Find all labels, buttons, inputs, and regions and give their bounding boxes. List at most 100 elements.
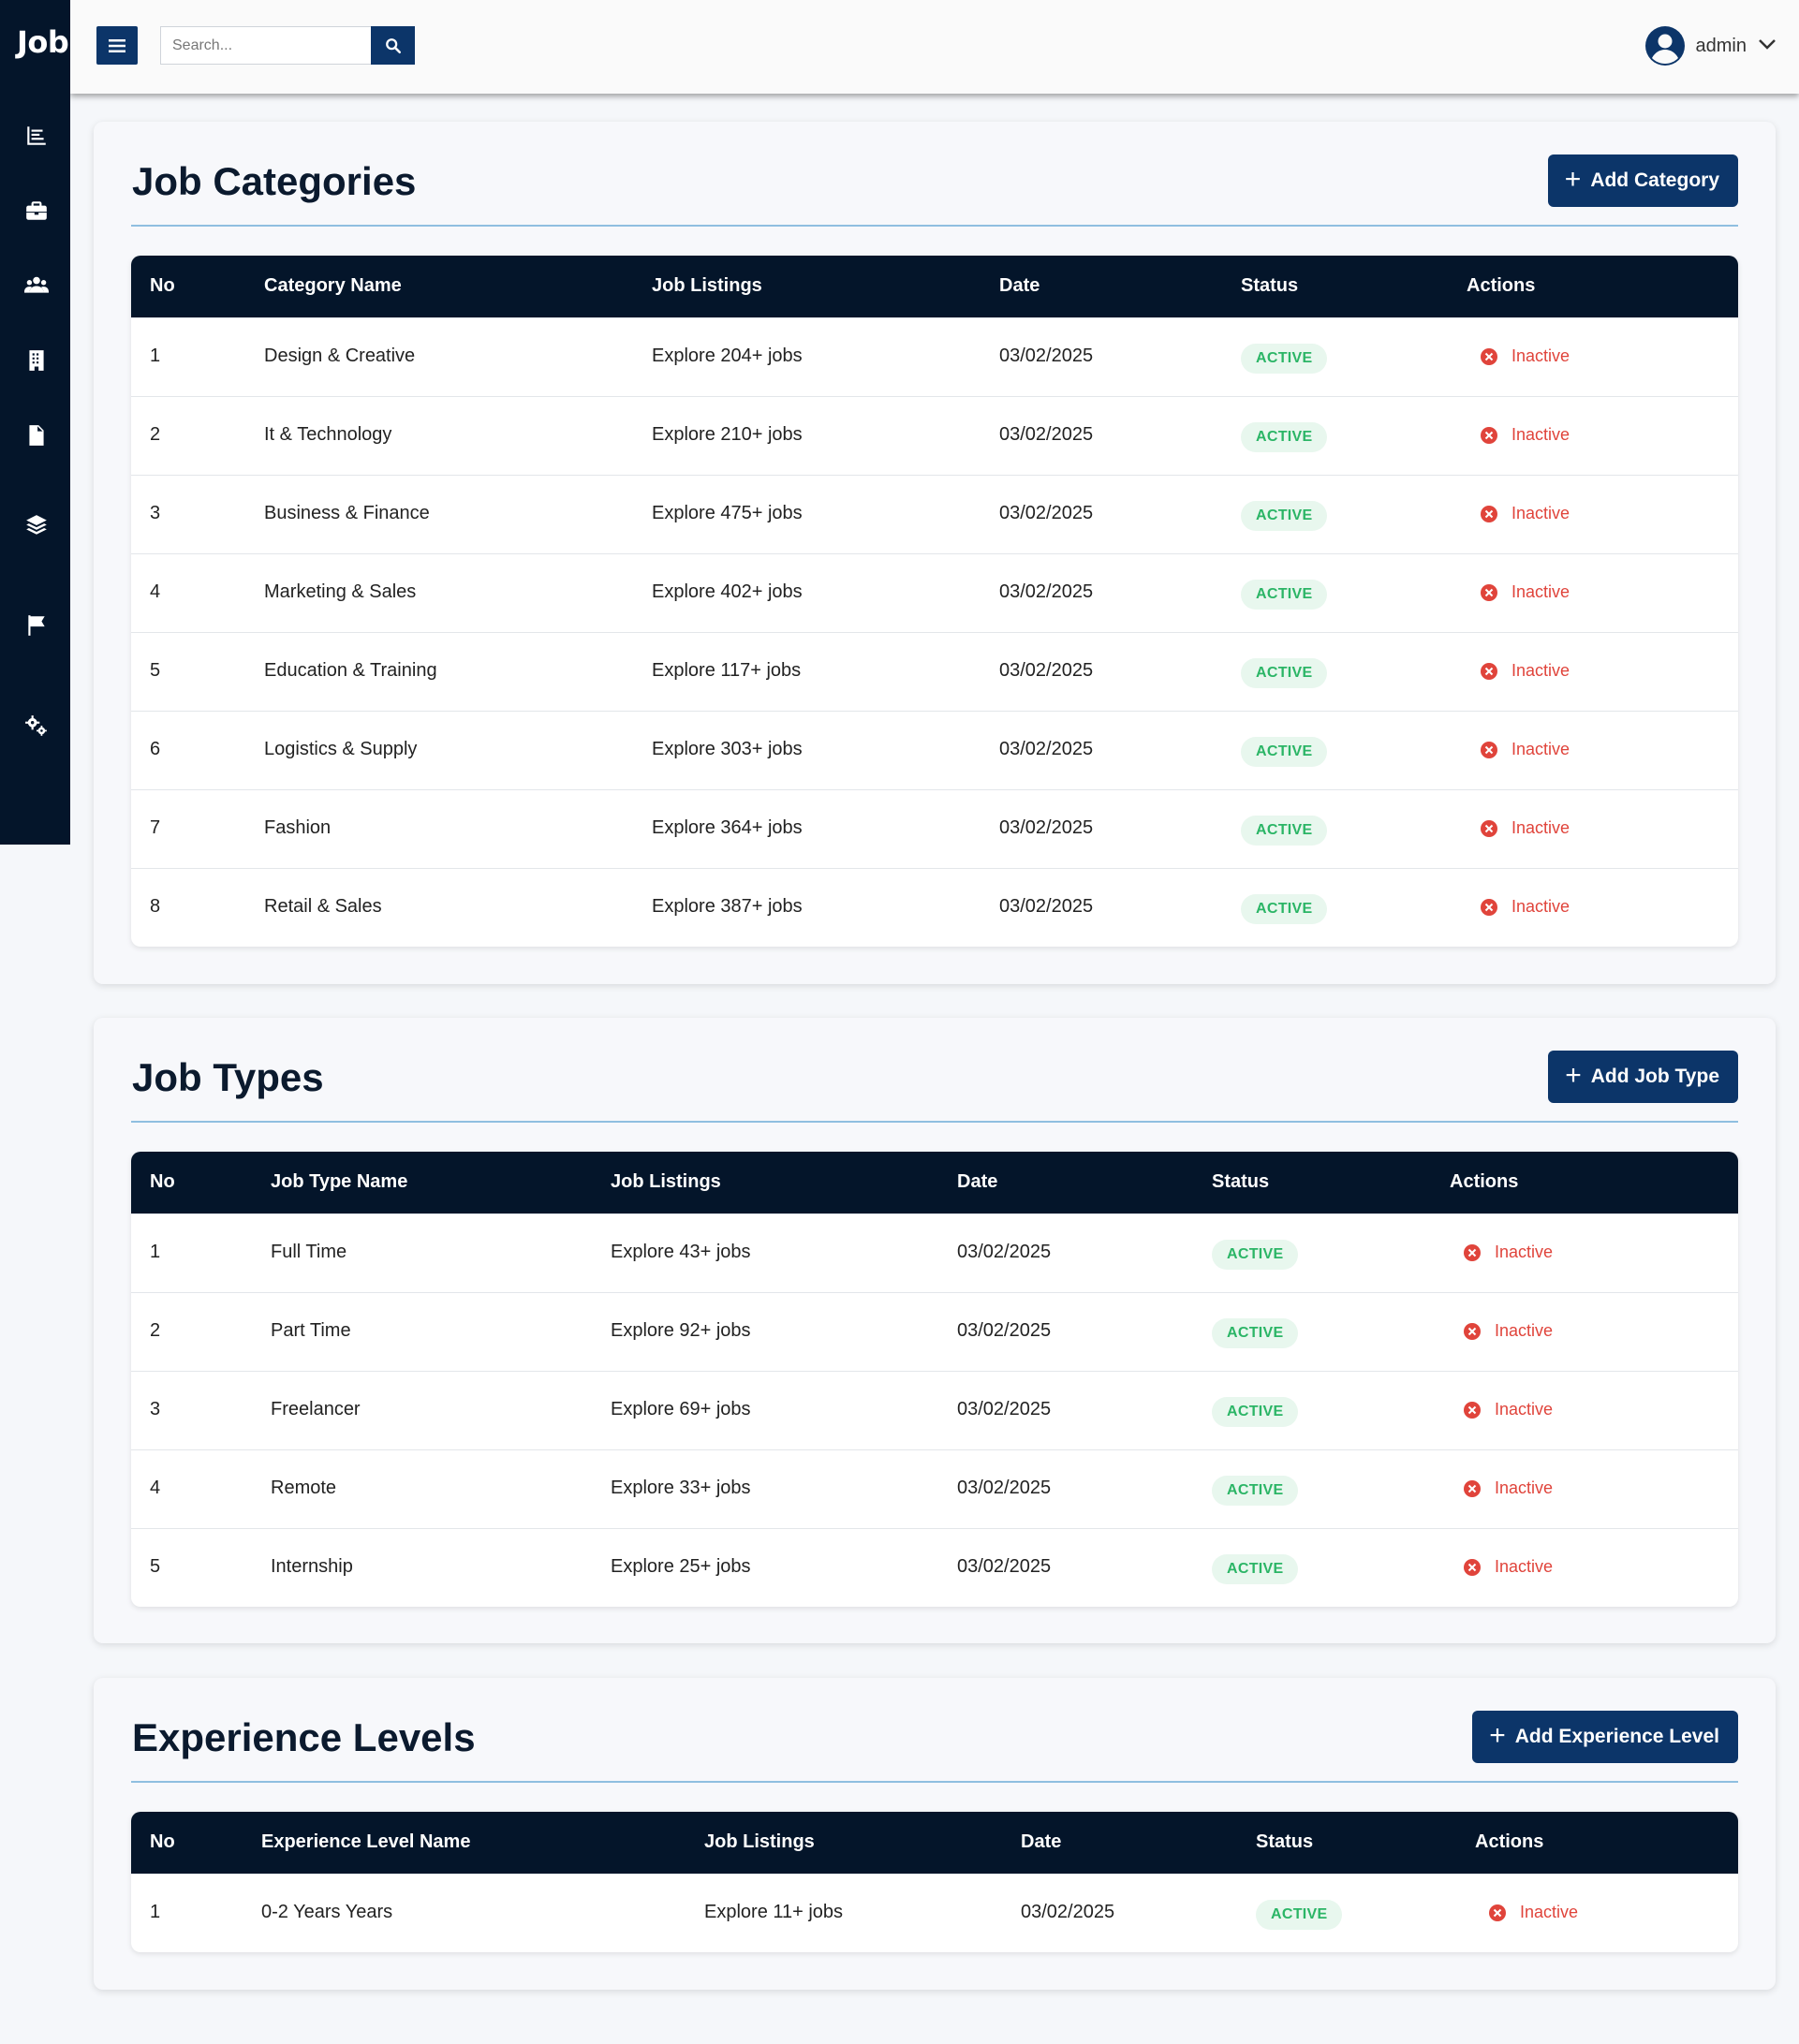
action-label: Inactive <box>1511 504 1570 522</box>
cell-name: Logistics & Supply <box>264 739 418 759</box>
action-label: Inactive <box>1511 740 1570 758</box>
add-category-button[interactable]: + Add Category <box>1547 154 1738 207</box>
briefcase-icon[interactable] <box>24 199 49 223</box>
cell-date: 03/02/2025 <box>999 424 1094 445</box>
status-badge: ACTIVE <box>1212 1554 1299 1584</box>
cell-date: 03/02/2025 <box>999 346 1094 366</box>
action-label: Inactive <box>1511 425 1570 444</box>
set-inactive-button[interactable]: Inactive <box>1480 818 1570 838</box>
set-inactive-button[interactable]: Inactive <box>1480 740 1570 759</box>
action-label: Inactive <box>1511 818 1570 837</box>
flag-icon[interactable] <box>24 613 49 638</box>
status-badge: ACTIVE <box>1212 1240 1299 1270</box>
cell-date: 03/02/2025 <box>957 1320 1052 1341</box>
job-types-card: Job Types + Add Job Type No Job Type Name… <box>94 1018 1776 1643</box>
chart-icon[interactable] <box>24 124 49 148</box>
cell-no: 7 <box>150 817 161 838</box>
close-circle-icon <box>1489 1904 1506 1921</box>
job-types-table: No Job Type Name Job Listings Date Status Act… <box>131 1152 1738 1607</box>
cell-name: Marketing & Sales <box>264 581 417 602</box>
table-header: No Category Name Job Listings Date Status Act… <box>131 256 1738 317</box>
building-icon[interactable] <box>24 348 49 373</box>
table-row: 1 Full Time Explore 43+ jobs 03/02/2025 ACTI… <box>131 1213 1738 1292</box>
status-badge: ACTIVE <box>1241 737 1328 767</box>
action-label: Inactive <box>1495 1321 1554 1340</box>
cell-no: 5 <box>150 660 161 681</box>
close-circle-icon <box>1464 1479 1481 1497</box>
cell-date: 03/02/2025 <box>957 1242 1052 1262</box>
action-label: Inactive <box>1511 661 1570 680</box>
cell-listings: Explore 210+ jobs <box>652 424 803 445</box>
action-label: Inactive <box>1511 582 1570 601</box>
set-inactive-button[interactable]: Inactive <box>1480 897 1570 917</box>
menu-toggle-button[interactable] <box>96 26 138 65</box>
set-inactive-button[interactable]: Inactive <box>1463 1478 1553 1498</box>
cell-name: Design & Creative <box>264 346 416 366</box>
cell-listings: Explore 303+ jobs <box>652 739 803 759</box>
users-icon[interactable] <box>24 273 49 298</box>
search-button[interactable] <box>371 26 415 65</box>
table-row: 7 Fashion Explore 364+ jobs 03/02/2025 ACTIV… <box>131 789 1738 868</box>
table-row: 2 It & Technology Explore 210+ jobs 03/02/2… <box>131 396 1738 475</box>
hamburger-icon <box>109 38 125 52</box>
cogs-icon[interactable] <box>24 713 49 738</box>
section-divider <box>131 1121 1738 1123</box>
column-header-name: Job Type Name <box>271 1171 408 1192</box>
set-inactive-button[interactable]: Inactive <box>1480 504 1570 523</box>
cell-no: 5 <box>150 1556 161 1577</box>
cell-no: 2 <box>150 1320 161 1341</box>
column-header-no: No <box>150 1831 175 1852</box>
sidebar: Job <box>0 0 70 845</box>
add-job-type-button[interactable]: + Add Job Type <box>1548 1051 1738 1103</box>
column-header-listings: Job Listings <box>652 275 762 296</box>
action-label: Inactive <box>1511 346 1570 365</box>
status-badge: ACTIVE <box>1241 422 1328 452</box>
search-bar <box>160 26 415 65</box>
cell-name: Fashion <box>264 817 332 838</box>
column-header-status: Status <box>1256 1831 1314 1852</box>
set-inactive-button[interactable]: Inactive <box>1463 1400 1553 1419</box>
set-inactive-button[interactable]: Inactive <box>1480 661 1570 681</box>
close-circle-icon <box>1481 662 1497 680</box>
section-divider <box>131 225 1738 227</box>
set-inactive-button[interactable]: Inactive <box>1480 346 1570 366</box>
close-circle-icon <box>1481 819 1497 837</box>
set-inactive-button[interactable]: Inactive <box>1480 582 1570 602</box>
add-experience-level-button[interactable]: + Add Experience Level <box>1472 1711 1738 1763</box>
add-experience-level-label: Add Experience Level <box>1514 1726 1719 1747</box>
cell-date: 03/02/2025 <box>999 896 1094 917</box>
user-avatar-icon <box>1644 26 1685 66</box>
set-inactive-button[interactable]: Inactive <box>1463 1557 1553 1577</box>
cell-no: 2 <box>150 424 161 445</box>
section-divider <box>131 1781 1738 1783</box>
cell-listings: Explore 364+ jobs <box>652 817 803 838</box>
cell-name: It & Technology <box>264 424 392 445</box>
close-circle-icon <box>1481 898 1497 916</box>
column-header-actions: Actions <box>1467 275 1536 296</box>
cell-name: Full Time <box>271 1242 347 1262</box>
table-row: 3 Business & Finance Explore 475+ jobs 03/0… <box>131 475 1738 553</box>
set-inactive-button[interactable]: Inactive <box>1463 1321 1553 1341</box>
add-category-label: Add Category <box>1590 169 1719 191</box>
search-input[interactable] <box>160 26 371 65</box>
set-inactive-button[interactable]: Inactive <box>1463 1243 1553 1262</box>
cell-name: Internship <box>271 1556 353 1577</box>
cell-name: Freelancer <box>271 1399 361 1419</box>
experience-levels-table: No Experience Level Name Job Listings Date S… <box>131 1812 1738 1952</box>
set-inactive-button[interactable]: Inactive <box>1488 1903 1578 1922</box>
user-name: admin <box>1695 35 1747 56</box>
cell-date: 03/02/2025 <box>957 1399 1052 1419</box>
action-label: Inactive <box>1495 1557 1554 1576</box>
document-icon[interactable] <box>24 423 49 448</box>
section-title: Job Categories <box>132 159 417 203</box>
cell-listings: Explore 33+ jobs <box>611 1478 751 1498</box>
table-header: No Experience Level Name Job Listings Date S… <box>131 1812 1738 1874</box>
chevron-down-icon <box>1758 37 1777 55</box>
column-header-no: No <box>150 275 175 296</box>
close-circle-icon <box>1464 1401 1481 1419</box>
layers-icon[interactable] <box>24 513 49 537</box>
set-inactive-button[interactable]: Inactive <box>1480 425 1570 445</box>
user-menu[interactable]: admin <box>1644 26 1777 66</box>
plus-icon: + <box>1565 1059 1582 1091</box>
cell-no: 4 <box>150 581 161 602</box>
